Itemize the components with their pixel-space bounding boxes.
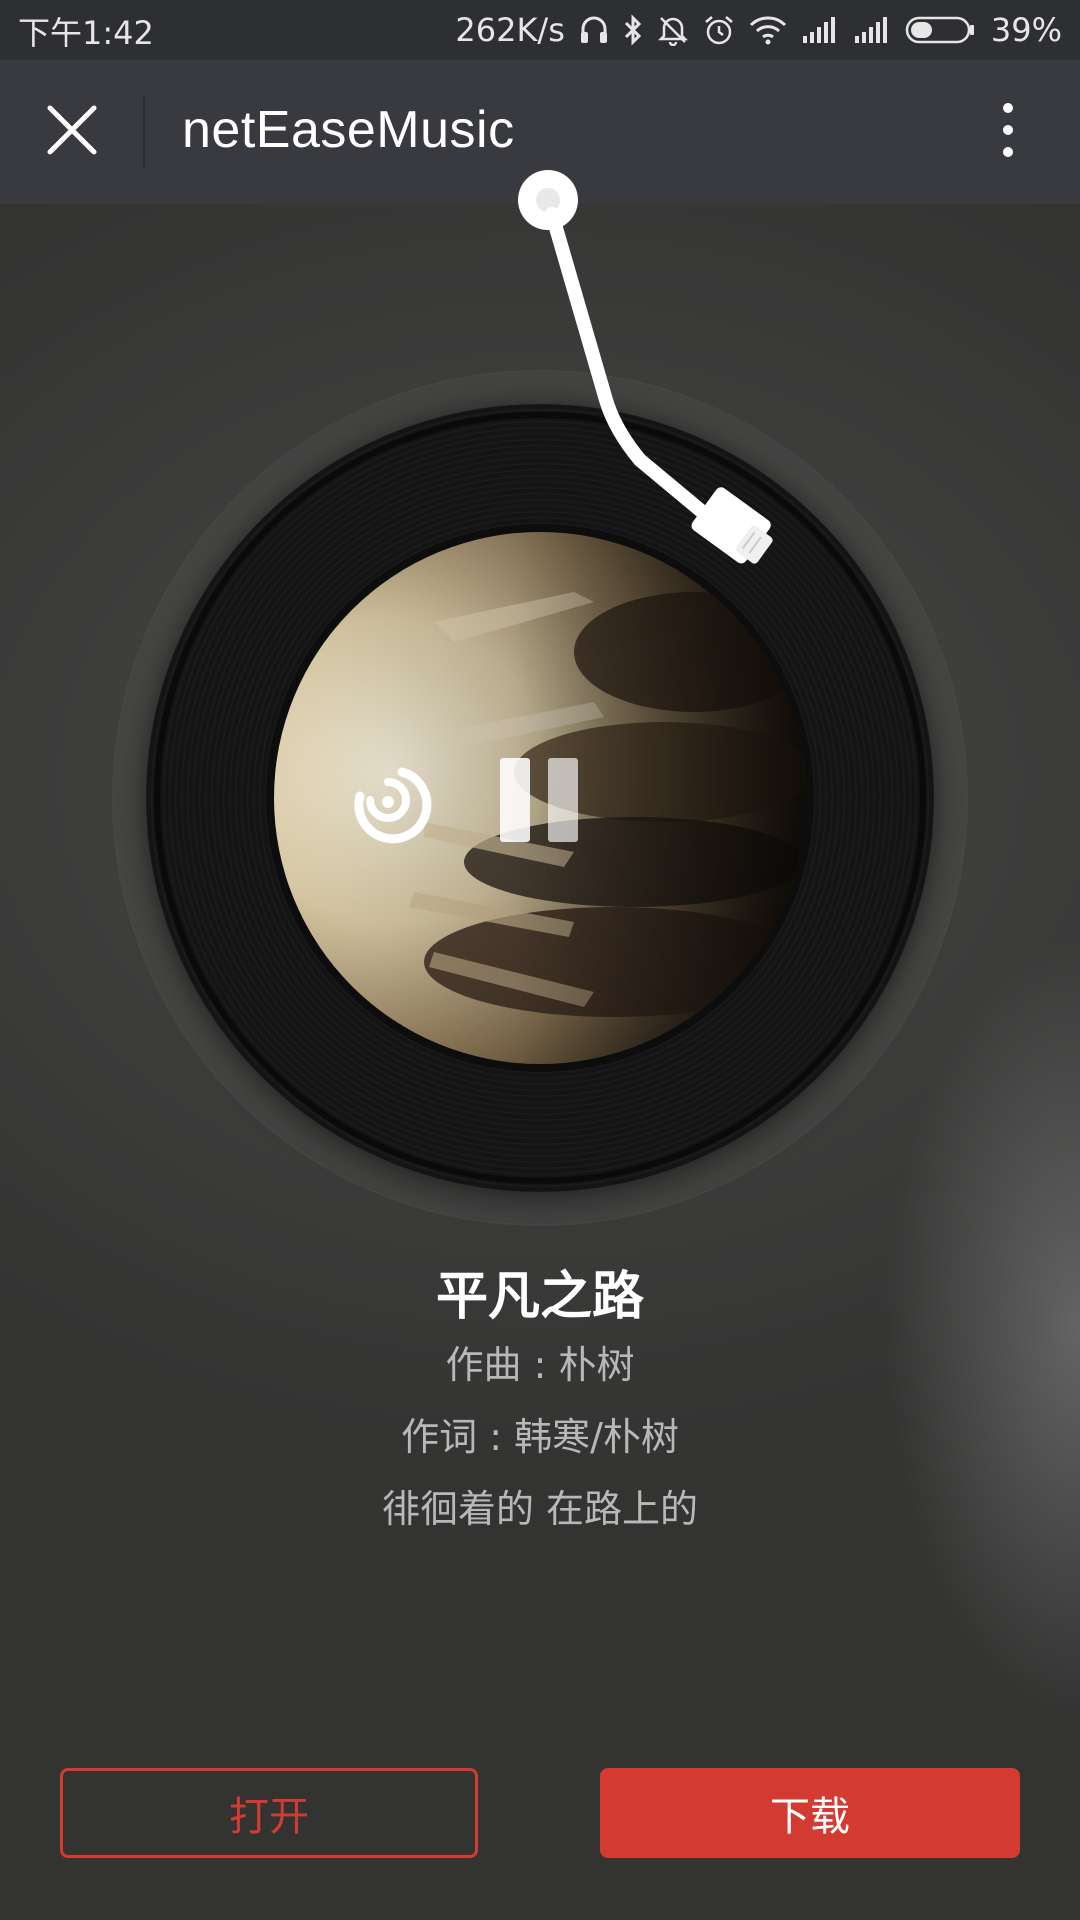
composer-text: 作曲 : 朴树 — [445, 1343, 635, 1387]
more-vertical-icon — [1000, 100, 1016, 164]
page-title: netEaseMusic — [182, 101, 515, 159]
battery-icon — [905, 15, 977, 45]
open-button[interactable]: 打开 — [60, 1768, 478, 1858]
battery-percent: 39% — [990, 11, 1062, 49]
alarm-icon — [703, 14, 735, 46]
replay-icon — [340, 767, 436, 852]
pause-icon — [494, 758, 584, 852]
status-time: 下午1:42 — [18, 14, 154, 52]
signal-icon — [853, 16, 891, 44]
pause-button[interactable] — [494, 752, 584, 848]
close-button[interactable] — [36, 96, 108, 168]
more-options-button[interactable] — [976, 96, 1040, 168]
status-bar: 下午1:42 262K/s 39% — [0, 0, 1080, 60]
music-share-page: 下午1:42 262K/s 39% netEaseMusic 平凡之路 作曲:… — [0, 0, 1080, 1920]
lyric-line: 徘徊着的 在路上的 — [381, 1487, 699, 1531]
wifi-icon — [749, 15, 787, 45]
lyricist-text: 作词 : 韩寒/朴树 — [401, 1415, 679, 1459]
app-bar-divider — [143, 96, 145, 168]
bluetooth-icon — [623, 14, 643, 46]
status-icons: 262K/s 39% — [455, 8, 1062, 52]
app-bar: netEaseMusic — [0, 60, 1080, 204]
download-button[interactable]: 下载 — [600, 1768, 1020, 1858]
headset-icon — [579, 14, 609, 46]
song-title: 平凡之路 — [435, 1267, 644, 1327]
replay-button[interactable] — [340, 752, 436, 848]
network-speed: 262K/s — [455, 11, 565, 49]
mute-icon — [657, 14, 689, 46]
close-icon — [46, 104, 98, 160]
signal-icon — [801, 16, 839, 44]
